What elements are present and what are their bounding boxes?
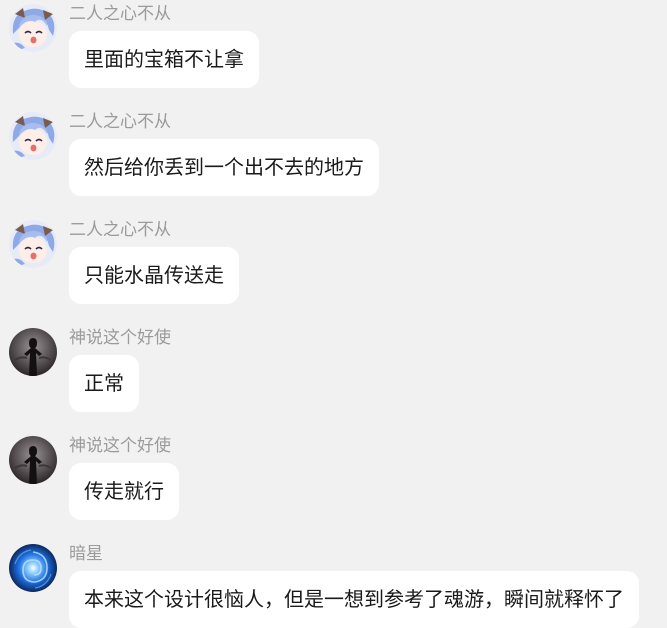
anime-girl-avatar-icon[interactable] xyxy=(9,112,57,160)
sender-name: 二人之心不从 xyxy=(69,4,171,24)
message-bubble[interactable]: 本来这个设计很恼人，但是一想到参考了魂游，瞬间就释怀了 xyxy=(69,571,639,628)
message-bubble[interactable]: 传走就行 xyxy=(69,463,179,520)
sender-name: 暗星 xyxy=(69,544,103,564)
message-bubble[interactable]: 然后给你丢到一个出不去的地方 xyxy=(69,139,379,196)
sender-name: 神说这个好使 xyxy=(69,328,171,348)
sender-name: 神说这个好使 xyxy=(69,436,171,456)
message-bubble[interactable]: 正常 xyxy=(69,355,139,412)
message-bubble[interactable]: 里面的宝箱不让拿 xyxy=(69,31,259,88)
anime-girl-avatar-icon[interactable] xyxy=(9,4,57,52)
dark-figure-avatar-icon[interactable] xyxy=(9,436,57,484)
message-bubble[interactable]: 只能水晶传送走 xyxy=(69,247,239,304)
sender-name: 二人之心不从 xyxy=(69,220,171,240)
blue-vortex-avatar-icon[interactable] xyxy=(9,544,57,592)
sender-name: 二人之心不从 xyxy=(69,112,171,132)
dark-figure-avatar-icon[interactable] xyxy=(9,328,57,376)
anime-girl-avatar-icon[interactable] xyxy=(9,220,57,268)
